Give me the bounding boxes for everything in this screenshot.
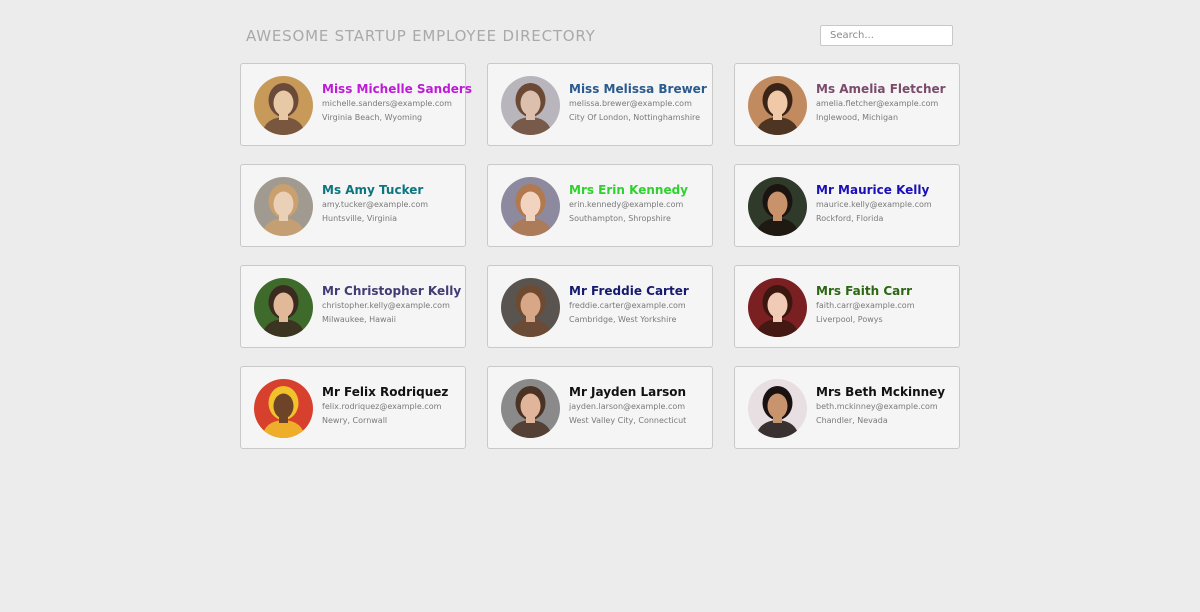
avatar-photo bbox=[254, 177, 313, 236]
employee-info: Mrs Beth Mckinney beth.mckinney@example.c… bbox=[816, 384, 953, 425]
employee-email: felix.rodriquez@example.com bbox=[322, 402, 442, 411]
avatar-photo bbox=[748, 76, 807, 135]
employee-email: freddie.carter@example.com bbox=[569, 301, 686, 310]
employee-location: Southampton, Shropshire bbox=[569, 214, 671, 223]
employee-email: melissa.brewer@example.com bbox=[569, 99, 692, 108]
employee-email: amy.tucker@example.com bbox=[322, 200, 429, 209]
employee-email: erin.kennedy@example.com bbox=[569, 200, 684, 209]
avatar bbox=[254, 76, 313, 135]
employee-email: jayden.larson@example.com bbox=[569, 402, 686, 411]
employee-location: Inglewood, Michigan bbox=[816, 113, 899, 122]
avatar bbox=[254, 177, 313, 236]
employee-location: Newry, Cornwall bbox=[322, 416, 388, 425]
page-title: AWESOME STARTUP EMPLOYEE DIRECTORY bbox=[246, 27, 596, 45]
employee-info: Mr Christopher Kelly christopher.kelly@ex… bbox=[322, 283, 462, 324]
employee-info: Mr Felix Rodriquez felix.rodriquez@exampl… bbox=[322, 384, 459, 425]
avatar-photo bbox=[501, 76, 560, 135]
avatar bbox=[254, 278, 313, 337]
employee-card[interactable]: Ms Amy Tucker amy.tucker@example.com Hunts… bbox=[240, 164, 466, 247]
employee-info: Mr Jayden Larson jayden.larson@example.co… bbox=[569, 384, 706, 425]
avatar-photo bbox=[501, 379, 560, 438]
employee-info: Mrs Erin Kennedy erin.kennedy@example.com… bbox=[569, 182, 706, 223]
employee-name: Mr Freddie Carter bbox=[569, 284, 689, 298]
employee-location: Virginia Beach, Wyoming bbox=[322, 113, 423, 122]
employee-info: Ms Amy Tucker amy.tucker@example.com Hunts… bbox=[322, 182, 459, 223]
employee-info: Ms Amelia Fletcher amelia.fletcher@exampl… bbox=[816, 81, 953, 122]
header: AWESOME STARTUP EMPLOYEE DIRECTORY bbox=[246, 25, 954, 49]
employee-location: Liverpool, Powys bbox=[816, 315, 883, 324]
employee-name: Ms Amy Tucker bbox=[322, 183, 424, 197]
employee-info: Mr Freddie Carter freddie.carter@example.… bbox=[569, 283, 706, 324]
employee-name: Mr Christopher Kelly bbox=[322, 284, 462, 298]
employee-card[interactable]: Mrs Erin Kennedy erin.kennedy@example.com… bbox=[487, 164, 713, 247]
employee-card[interactable]: Mr Christopher Kelly christopher.kelly@ex… bbox=[240, 265, 466, 348]
avatar-photo bbox=[254, 278, 313, 337]
employee-email: michelle.sanders@example.com bbox=[322, 99, 452, 108]
avatar bbox=[748, 278, 807, 337]
employee-card[interactable]: Miss Michelle Sanders michelle.sanders@ex… bbox=[240, 63, 472, 146]
avatar-photo bbox=[501, 177, 560, 236]
employee-card[interactable]: Mrs Faith Carr faith.carr@example.com Live… bbox=[734, 265, 960, 348]
employee-name: Miss Michelle Sanders bbox=[322, 82, 472, 96]
avatar bbox=[748, 76, 807, 135]
employee-name: Mr Felix Rodriquez bbox=[322, 385, 449, 399]
employee-name: Miss Melissa Brewer bbox=[569, 82, 707, 96]
employee-location: Rockford, Florida bbox=[816, 214, 884, 223]
avatar-photo bbox=[254, 379, 313, 438]
employee-location: Cambridge, West Yorkshire bbox=[569, 315, 677, 324]
employee-info: Miss Melissa Brewer melissa.brewer@exampl… bbox=[569, 81, 707, 122]
employee-location: Huntsville, Virginia bbox=[322, 214, 398, 223]
employee-name: Mrs Beth Mckinney bbox=[816, 385, 946, 399]
employee-card[interactable]: Mrs Beth Mckinney beth.mckinney@example.c… bbox=[734, 366, 960, 449]
employee-email: amelia.fletcher@example.com bbox=[816, 99, 939, 108]
avatar bbox=[254, 379, 313, 438]
avatar bbox=[501, 379, 560, 438]
employee-email: christopher.kelly@example.com bbox=[322, 301, 450, 310]
avatar-photo bbox=[748, 177, 807, 236]
employee-location: City Of London, Nottinghamshire bbox=[569, 113, 701, 122]
employee-card[interactable]: Mr Jayden Larson jayden.larson@example.co… bbox=[487, 366, 713, 449]
avatar bbox=[501, 76, 560, 135]
employee-info: Mr Maurice Kelly maurice.kelly@example.co… bbox=[816, 182, 953, 223]
avatar bbox=[748, 177, 807, 236]
employee-location: Chandler, Nevada bbox=[816, 416, 888, 425]
avatar-photo bbox=[748, 379, 807, 438]
employee-email: beth.mckinney@example.com bbox=[816, 402, 938, 411]
employee-card[interactable]: Ms Amelia Fletcher amelia.fletcher@exampl… bbox=[734, 63, 960, 146]
employee-location: Milwaukee, Hawaii bbox=[322, 315, 396, 324]
search-input[interactable] bbox=[820, 25, 953, 46]
employee-email: faith.carr@example.com bbox=[816, 301, 915, 310]
employee-name: Mrs Erin Kennedy bbox=[569, 183, 688, 197]
employee-info: Miss Michelle Sanders michelle.sanders@ex… bbox=[322, 81, 472, 122]
avatar bbox=[501, 278, 560, 337]
employee-card[interactable]: Mr Maurice Kelly maurice.kelly@example.co… bbox=[734, 164, 960, 247]
employee-card[interactable]: Miss Melissa Brewer melissa.brewer@exampl… bbox=[487, 63, 713, 146]
avatar bbox=[748, 379, 807, 438]
avatar-photo bbox=[748, 278, 807, 337]
employee-name: Mr Jayden Larson bbox=[569, 385, 687, 399]
employee-name: Mr Maurice Kelly bbox=[816, 183, 930, 197]
employee-card[interactable]: Mr Freddie Carter freddie.carter@example.… bbox=[487, 265, 713, 348]
employee-grid: Miss Michelle Sanders michelle.sanders@ex… bbox=[240, 63, 960, 449]
employee-name: Ms Amelia Fletcher bbox=[816, 82, 946, 96]
employee-location: West Valley City, Connecticut bbox=[569, 416, 687, 425]
employee-name: Mrs Faith Carr bbox=[816, 284, 913, 298]
employee-info: Mrs Faith Carr faith.carr@example.com Live… bbox=[816, 283, 953, 324]
directory-page: AWESOME STARTUP EMPLOYEE DIRECTORY Miss … bbox=[0, 0, 1200, 612]
avatar bbox=[501, 177, 560, 236]
avatar-photo bbox=[254, 76, 313, 135]
employee-email: maurice.kelly@example.com bbox=[816, 200, 932, 209]
employee-card[interactable]: Mr Felix Rodriquez felix.rodriquez@exampl… bbox=[240, 366, 466, 449]
avatar-photo bbox=[501, 278, 560, 337]
